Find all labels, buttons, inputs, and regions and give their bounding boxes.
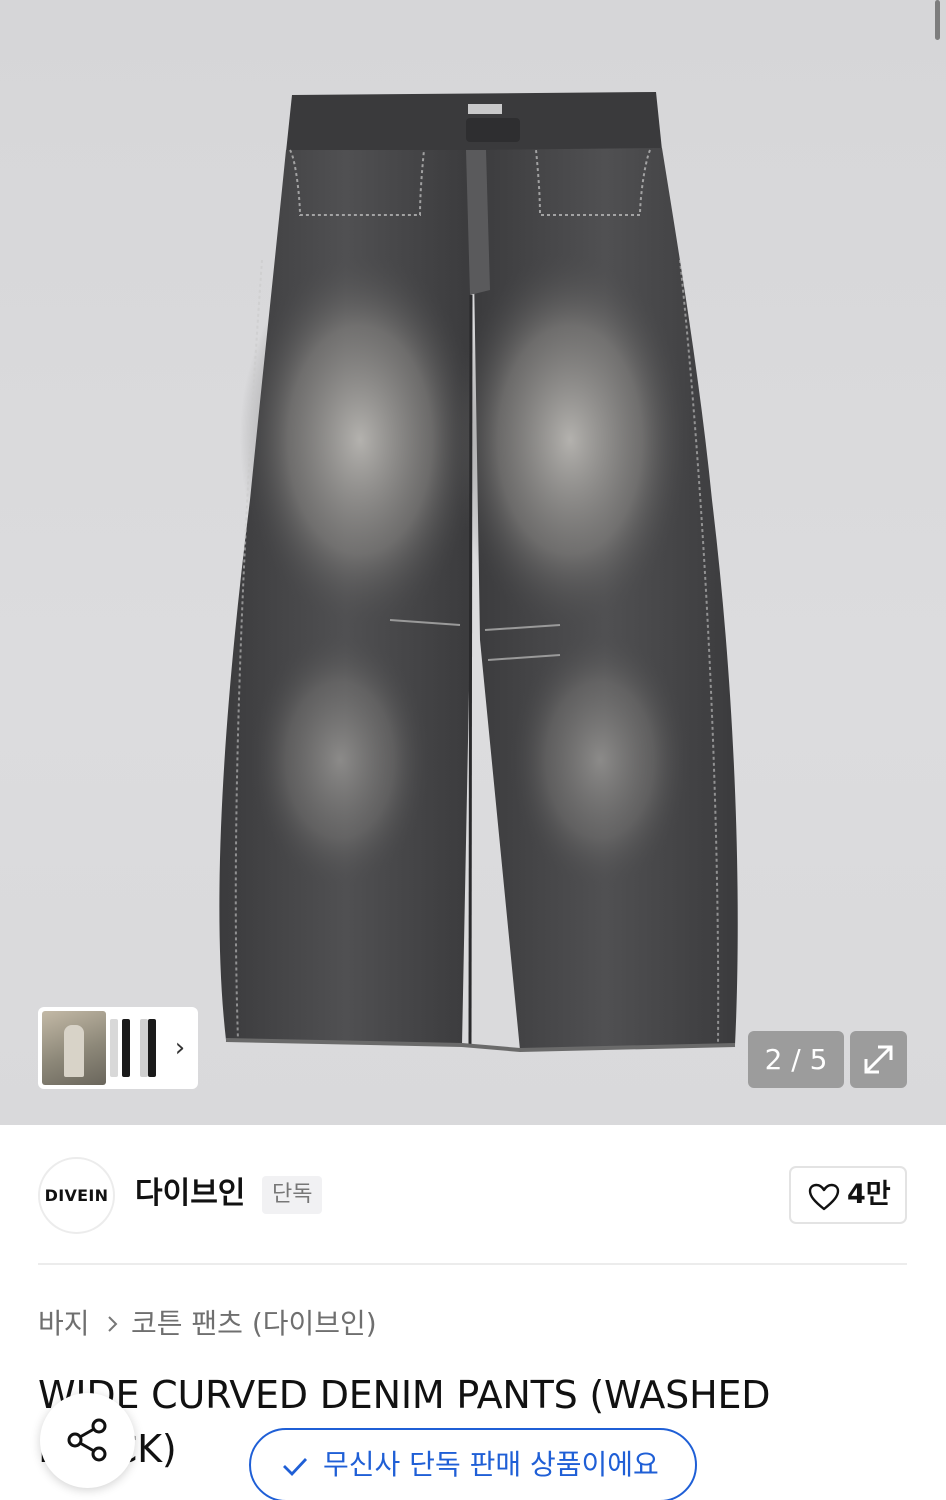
share-button[interactable] — [40, 1393, 135, 1488]
like-count: 4만 — [847, 1179, 891, 1210]
like-button[interactable]: 4만 — [789, 1166, 907, 1224]
thumbnail-strip[interactable]: › — [38, 1007, 198, 1089]
scroll-indicator[interactable] — [935, 0, 940, 40]
product-page: › 2 / 5 DIVEIN 다이브인 단독 4만 바지 코튼 팬츠 (다이브인… — [0, 0, 946, 1500]
image-counter: 2 / 5 — [748, 1031, 844, 1088]
thumbnail-product-photo[interactable] — [106, 1019, 158, 1079]
chevron-right-icon — [108, 1316, 118, 1332]
expand-icon — [864, 1045, 893, 1074]
exclusive-sale-notice[interactable]: 무신사 단독 판매 상품이에요 — [249, 1428, 697, 1500]
heart-icon — [808, 1183, 840, 1211]
exclusive-sale-label: 무신사 단독 판매 상품이에요 — [323, 1448, 659, 1481]
product-image — [219, 92, 738, 1053]
exclusive-badge: 단독 — [262, 1176, 323, 1214]
divider — [38, 1263, 907, 1265]
product-image-gallery[interactable]: › 2 / 5 — [0, 0, 946, 1125]
check-icon — [283, 1458, 308, 1477]
breadcrumb-subcategory[interactable]: 코튼 팬츠 (다이브인) — [131, 1304, 377, 1344]
breadcrumb-category[interactable]: 바지 — [38, 1304, 90, 1344]
thumbnail-model-photo[interactable] — [42, 1011, 106, 1085]
expand-button[interactable] — [850, 1031, 907, 1088]
brand-logo[interactable]: DIVEIN — [38, 1157, 115, 1234]
chevron-right-icon[interactable]: › — [170, 1033, 190, 1063]
share-icon — [67, 1418, 107, 1462]
brand-name[interactable]: 다이브인 — [135, 1174, 245, 1214]
